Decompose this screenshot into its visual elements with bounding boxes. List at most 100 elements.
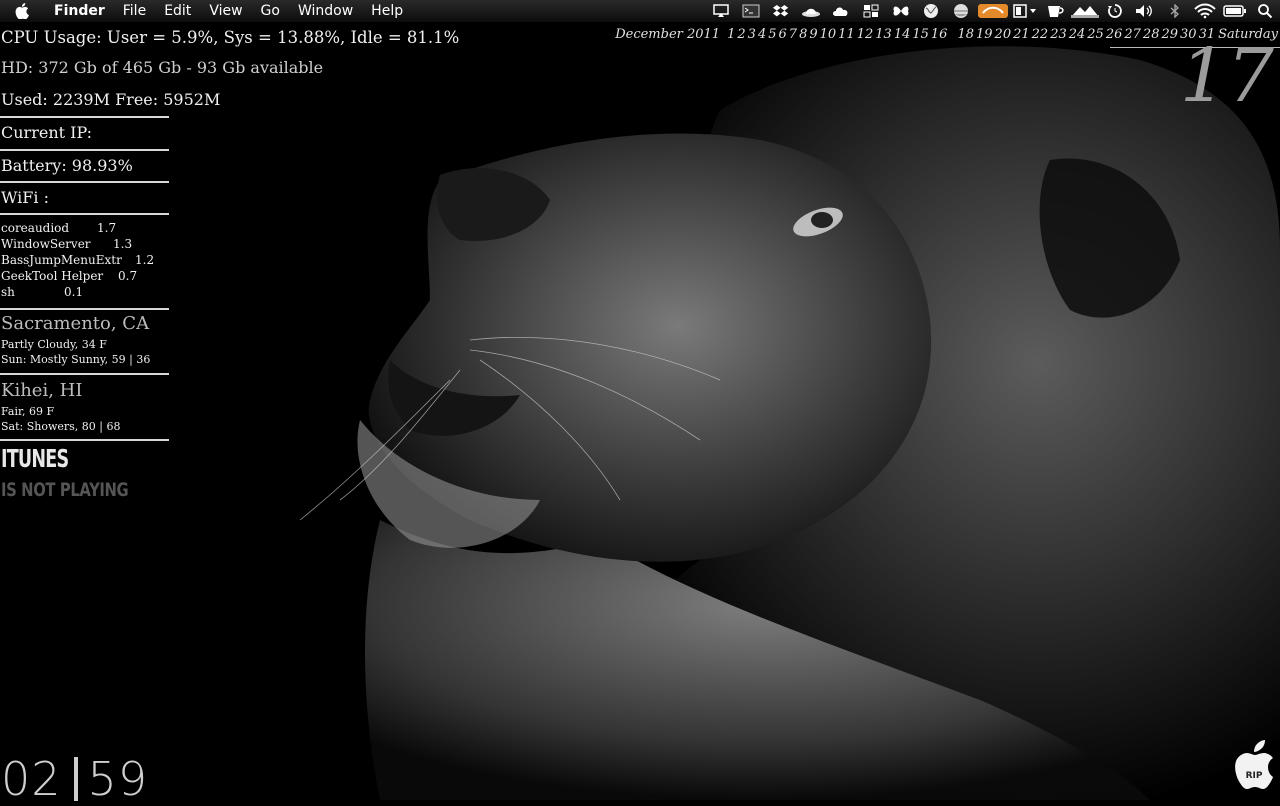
calendar-day: 25 xyxy=(1087,27,1104,42)
desktop-clock: 02 59 xyxy=(1,752,148,806)
globe-icon[interactable] xyxy=(916,0,946,22)
calendar-day: 7 xyxy=(788,27,798,42)
status-menu-icons xyxy=(706,0,1280,22)
process-row: GeekTool Helper 0.7 xyxy=(1,269,137,283)
battery-icon[interactable] xyxy=(1220,0,1250,22)
calendar-day: 6 xyxy=(778,27,787,42)
weather-city: Sacramento, CA xyxy=(1,313,150,334)
mountain-icon[interactable] xyxy=(1070,0,1100,22)
calendar-day: 18 xyxy=(957,27,974,42)
process-row: coreaudiod 1.7 xyxy=(1,221,116,235)
hd-usage-text: HD: 372 Gb of 465 Gb - 93 Gb available xyxy=(1,58,324,77)
rip-apple-logo: RIP xyxy=(1232,740,1276,796)
calendar-month: December 2011 xyxy=(615,27,721,42)
calendar-day: 26 xyxy=(1105,27,1123,42)
calendar-day: 5 xyxy=(768,27,777,42)
menu-edit[interactable]: Edit xyxy=(155,0,200,22)
calendar-day: 3 xyxy=(747,27,756,42)
orange-app-icon[interactable] xyxy=(976,0,1010,22)
calendar-day: 23 xyxy=(1050,27,1067,42)
dropbox-icon[interactable] xyxy=(766,0,796,22)
calendar-today-number: 17 xyxy=(1179,33,1274,119)
window-icon[interactable] xyxy=(1010,0,1040,22)
memory-usage-text: Used: 2239M Free: 5952M xyxy=(1,90,221,109)
wifi-text: WiFi : xyxy=(1,188,49,207)
process-cpu: 0.1 xyxy=(64,285,84,299)
weather-forecast: Sat: Showers, 80 | 68 xyxy=(1,420,121,433)
calendar-day: 22 xyxy=(1031,27,1049,42)
process-row: BassJumpMenuExtr 1.2 xyxy=(1,253,154,267)
terminal-icon[interactable] xyxy=(736,0,766,22)
airplay-icon[interactable] xyxy=(706,0,736,22)
process-name: WindowServer xyxy=(1,237,91,251)
calendar-day: 21 xyxy=(1013,27,1030,42)
divider xyxy=(0,373,169,375)
hat-icon[interactable] xyxy=(796,0,826,22)
calendar-day: 8 xyxy=(799,27,808,42)
desktop-wallpaper-lion xyxy=(0,0,1280,800)
menu-file[interactable]: File xyxy=(114,0,155,22)
calendar-day: 10 xyxy=(819,27,837,42)
grid-icon[interactable] xyxy=(856,0,886,22)
divider xyxy=(0,149,169,151)
weather-current: Fair, 69 F xyxy=(1,405,55,418)
calendar-day: 9 xyxy=(809,27,818,42)
calendar-day: 13 xyxy=(875,27,892,42)
calendar-day: 29 xyxy=(1161,27,1179,42)
process-name: BassJumpMenuExtr xyxy=(1,253,122,267)
clock-divider xyxy=(73,757,78,801)
divider xyxy=(0,116,169,118)
divider xyxy=(0,308,169,310)
calendar-day: 28 xyxy=(1142,27,1160,42)
menu-finder[interactable]: Finder xyxy=(44,0,114,22)
calendar-day: 4 xyxy=(757,27,767,42)
clock-hours: 02 xyxy=(1,752,62,806)
process-cpu: 1.2 xyxy=(135,253,155,267)
process-name: GeekTool Helper xyxy=(1,269,104,283)
menu-go[interactable]: Go xyxy=(252,0,289,22)
process-name: sh xyxy=(1,285,15,299)
menu-help[interactable]: Help xyxy=(362,0,412,22)
calendar-day: 12 xyxy=(856,27,874,42)
process-row: WindowServer 1.3 xyxy=(1,237,132,251)
calendar-strip: December 2011 1 2 3 4 5 6 7 8 9 10 11 12… xyxy=(615,27,1278,42)
itunes-status: IS NOT PLAYING xyxy=(1,479,129,501)
cup-icon[interactable] xyxy=(1040,0,1070,22)
apple-menu-icon[interactable] xyxy=(0,0,44,22)
calendar-day: 1 xyxy=(727,27,736,42)
menu-window[interactable]: Window xyxy=(289,0,362,22)
calendar-day: 20 xyxy=(994,27,1012,42)
calendar-day: 15 xyxy=(912,27,929,42)
weather-city: Kihei, HI xyxy=(1,380,83,401)
process-cpu: 1.7 xyxy=(97,221,117,235)
divider xyxy=(0,181,169,183)
menu-bar: Finder File Edit View Go Window Help xyxy=(0,0,1280,23)
cloud-icon[interactable] xyxy=(826,0,856,22)
process-name: coreaudiod xyxy=(1,221,70,235)
time-machine-icon[interactable] xyxy=(1100,0,1130,22)
process-row: sh 0.1 xyxy=(1,285,83,299)
weather-current: Partly Cloudy, 34 F xyxy=(1,338,107,351)
battery-text: Battery: 98.93% xyxy=(1,156,133,175)
bluetooth-icon[interactable] xyxy=(1160,0,1190,22)
process-cpu: 0.7 xyxy=(118,269,138,283)
current-ip-text: Current IP: xyxy=(1,123,93,142)
clock-minutes: 59 xyxy=(87,752,149,806)
volume-icon[interactable] xyxy=(1130,0,1160,22)
weather-forecast: Sun: Mostly Sunny, 59 | 36 xyxy=(1,353,151,366)
butterfly-icon[interactable] xyxy=(886,0,916,22)
cpu-usage-text: CPU Usage: User = 5.9%, Sys = 13.88%, Id… xyxy=(1,28,460,47)
calendar-day: 11 xyxy=(838,27,855,42)
calendar-day: 16 xyxy=(930,27,948,42)
calendar-day: 24 xyxy=(1068,27,1086,42)
calendar-day: 14 xyxy=(893,27,911,42)
divider xyxy=(0,439,169,441)
process-cpu: 1.3 xyxy=(113,237,133,251)
ball-icon[interactable] xyxy=(946,0,976,22)
divider xyxy=(0,213,169,215)
calendar-day: 27 xyxy=(1124,27,1141,42)
itunes-title: ITUNES xyxy=(1,444,69,473)
spotlight-icon[interactable] xyxy=(1250,0,1280,22)
wifi-icon[interactable] xyxy=(1190,0,1220,22)
menu-view[interactable]: View xyxy=(200,0,251,22)
